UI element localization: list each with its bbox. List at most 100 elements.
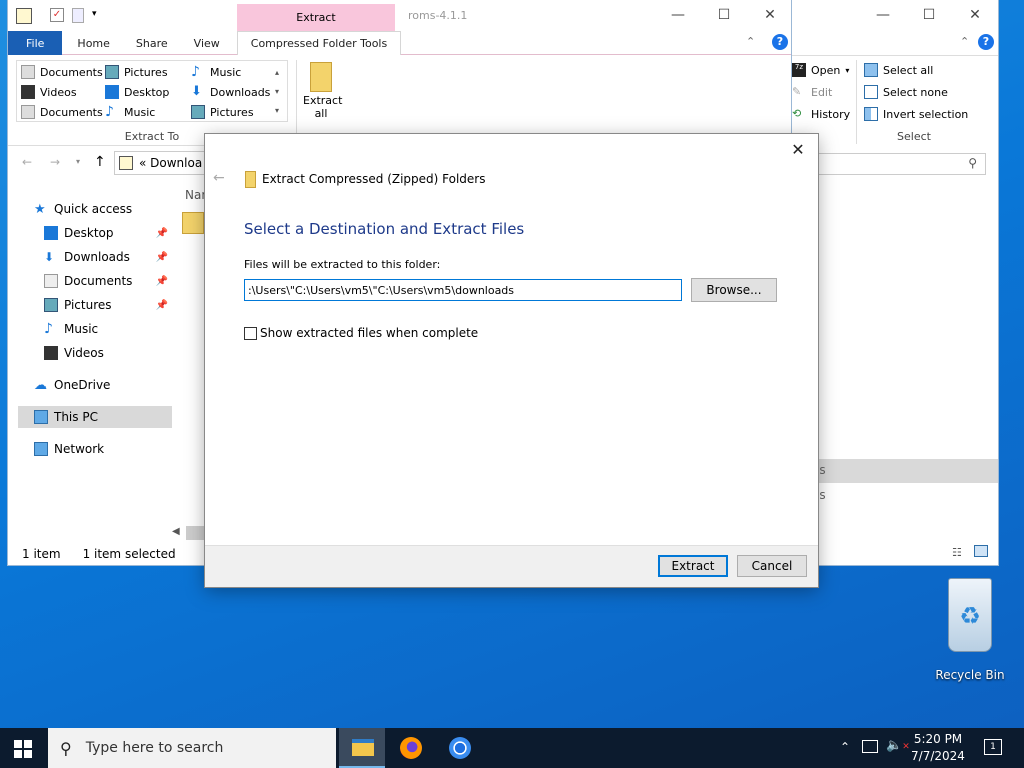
help-icon[interactable]: ? (978, 34, 994, 50)
desktop-icon (105, 85, 119, 99)
dialog-back-arrow-icon[interactable]: ← (213, 170, 225, 186)
pin-icon[interactable]: 📌 (156, 252, 168, 263)
start-windows-icon[interactable] (14, 740, 32, 758)
cloud-icon: ☁ (34, 378, 47, 393)
show-files-checkbox-label: Show extracted files when complete (260, 326, 479, 340)
edit-icon: ✎ (792, 85, 802, 98)
documents-icon (21, 105, 35, 119)
history-button[interactable]: ⟲ History (792, 104, 850, 124)
forward-arrow-icon[interactable]: → (50, 155, 60, 169)
open-button[interactable]: 7z Open ▾ (792, 60, 849, 80)
explorer-window-front: — ☐ ✕ ⌃ ? 7z Open ▾ ✎ Edit ⟲ History Select … (792, 0, 998, 565)
select-none-icon (864, 85, 878, 99)
file-item-zip-icon[interactable] (182, 212, 204, 234)
extract-to-music-2[interactable]: ♪ Music (191, 62, 270, 82)
nav-quick-access[interactable]: ★ Quick access (18, 198, 172, 220)
dropdown-icon[interactable]: ▾ (76, 157, 80, 166)
hscroll-left-icon[interactable]: ◀ (172, 526, 180, 537)
extract-to-pictures-2[interactable]: Pictures (191, 102, 270, 122)
extract-button[interactable]: Extract (658, 555, 728, 577)
volume-muted-icon[interactable]: 🔈✕ (886, 738, 910, 753)
tab-compressed-folder-tools[interactable]: Compressed Folder Tools (236, 31, 402, 55)
pictures-icon (191, 105, 205, 119)
extract-to-desktop[interactable]: Desktop (105, 82, 169, 102)
nav-onedrive[interactable]: ☁ OneDrive (18, 374, 172, 396)
select-all-button[interactable]: Select all (864, 60, 933, 80)
nav-downloads[interactable]: ⬇ Downloads 📌 (18, 246, 172, 268)
qat-properties-icon[interactable] (16, 8, 32, 24)
qat-dropdown-icon[interactable]: ▾ (92, 9, 97, 19)
tab-view[interactable]: View (181, 31, 233, 55)
edit-button[interactable]: ✎ Edit (792, 82, 832, 102)
hscroll-thumb[interactable] (186, 526, 206, 540)
taskbar-search-box[interactable]: ⚲ Type here to search (48, 728, 336, 768)
extract-to-downloads[interactable]: ⬇ Downloads (191, 82, 270, 102)
tray-date[interactable]: 7/7/2024 (908, 749, 968, 763)
row-highlight[interactable]: ls (792, 459, 998, 483)
up-arrow-icon[interactable]: ↑ (94, 154, 106, 170)
extract-to-pictures[interactable]: Pictures (105, 62, 169, 82)
extract-to-videos[interactable]: Videos (21, 82, 103, 102)
nav-network[interactable]: Network (18, 438, 172, 460)
back-arrow-icon[interactable]: ← (22, 155, 32, 169)
destination-label: Files will be extracted to this folder: (244, 258, 441, 271)
ribbon-collapse-icon[interactable]: ⌃ (746, 35, 755, 48)
context-tab-extract[interactable]: Extract (237, 4, 395, 31)
nav-music[interactable]: ♪ Music (18, 318, 172, 340)
minimize-icon[interactable]: — (655, 0, 701, 30)
taskbar-file-explorer[interactable] (339, 728, 385, 768)
nav-pictures[interactable]: Pictures 📌 (18, 294, 172, 316)
destination-path-input[interactable]: :\Users\"C:\Users\vm5\"C:\Users\vm5\down… (244, 279, 682, 301)
extract-to-documents-2[interactable]: Documents (21, 102, 103, 122)
pin-icon[interactable]: 📌 (156, 276, 168, 287)
tray-chevron-icon[interactable]: ⌃ (840, 740, 850, 754)
close-icon[interactable]: ✕ (952, 0, 998, 30)
tray-time[interactable]: 5:20 PM (908, 732, 968, 746)
tab-file[interactable]: File (8, 31, 63, 55)
tab-share[interactable]: Share (123, 31, 181, 55)
tab-home[interactable]: Home (64, 31, 122, 55)
dialog-close-icon[interactable]: ✕ (779, 134, 817, 164)
network-tray-icon[interactable] (862, 740, 878, 753)
search-box[interactable]: ⚲ (792, 153, 986, 175)
notification-icon[interactable]: 1 (984, 739, 1002, 755)
extract-all-button[interactable]: Extract all (303, 62, 342, 126)
extract-dialog: ✕ ← Extract Compressed (Zipped) Folders … (205, 134, 818, 587)
zip-icon (119, 156, 133, 170)
show-files-checkbox[interactable] (244, 327, 257, 340)
nav-videos[interactable]: Videos (18, 342, 172, 364)
titlebar: ✓ ▾ Extract roms-4.1.1 — ☐ ✕ (8, 0, 793, 31)
maximize-icon[interactable]: ☐ (906, 0, 952, 30)
recycle-bin[interactable]: ♻ Recycle Bin (930, 578, 1010, 686)
details-view-icon[interactable]: ☷ (952, 546, 962, 559)
invert-selection-icon (864, 107, 878, 121)
cancel-button[interactable]: Cancel (737, 555, 807, 577)
nav-this-pc[interactable]: This PC (18, 406, 172, 428)
help-icon[interactable]: ? (772, 34, 788, 50)
documents-icon (44, 274, 58, 288)
qat-check-icon[interactable]: ✓ (50, 8, 64, 22)
select-none-button[interactable]: Select none (864, 82, 948, 102)
close-icon[interactable]: ✕ (747, 0, 793, 30)
extract-to-music[interactable]: ♪ Music (105, 102, 169, 122)
invert-selection-button[interactable]: Invert selection (864, 104, 968, 124)
recycle-bin-icon: ♻ (948, 578, 992, 652)
desktop-icon (44, 226, 58, 240)
downloads-icon: ⬇ (44, 250, 55, 264)
minimize-icon[interactable]: — (860, 0, 906, 30)
maximize-icon[interactable]: ☐ (701, 0, 747, 30)
ribbon-collapse-icon[interactable]: ⌃ (960, 35, 969, 48)
pin-icon[interactable]: 📌 (156, 228, 168, 239)
browse-button[interactable]: Browse... (691, 278, 777, 302)
qat-newfolder-icon[interactable] (72, 8, 84, 23)
file-explorer-icon (352, 739, 374, 756)
pin-icon[interactable]: 📌 (156, 300, 168, 311)
large-icons-view-icon[interactable] (974, 545, 988, 557)
gallery-scroll[interactable]: ▴ ▾ ▾ (275, 63, 279, 120)
extract-to-documents[interactable]: Documents (21, 62, 103, 82)
firefox-icon[interactable] (400, 737, 422, 759)
select-group-label: Select (897, 130, 931, 143)
chrome-icon[interactable] (449, 737, 471, 759)
nav-documents[interactable]: Documents 📌 (18, 270, 172, 292)
nav-desktop[interactable]: Desktop 📌 (18, 222, 172, 244)
